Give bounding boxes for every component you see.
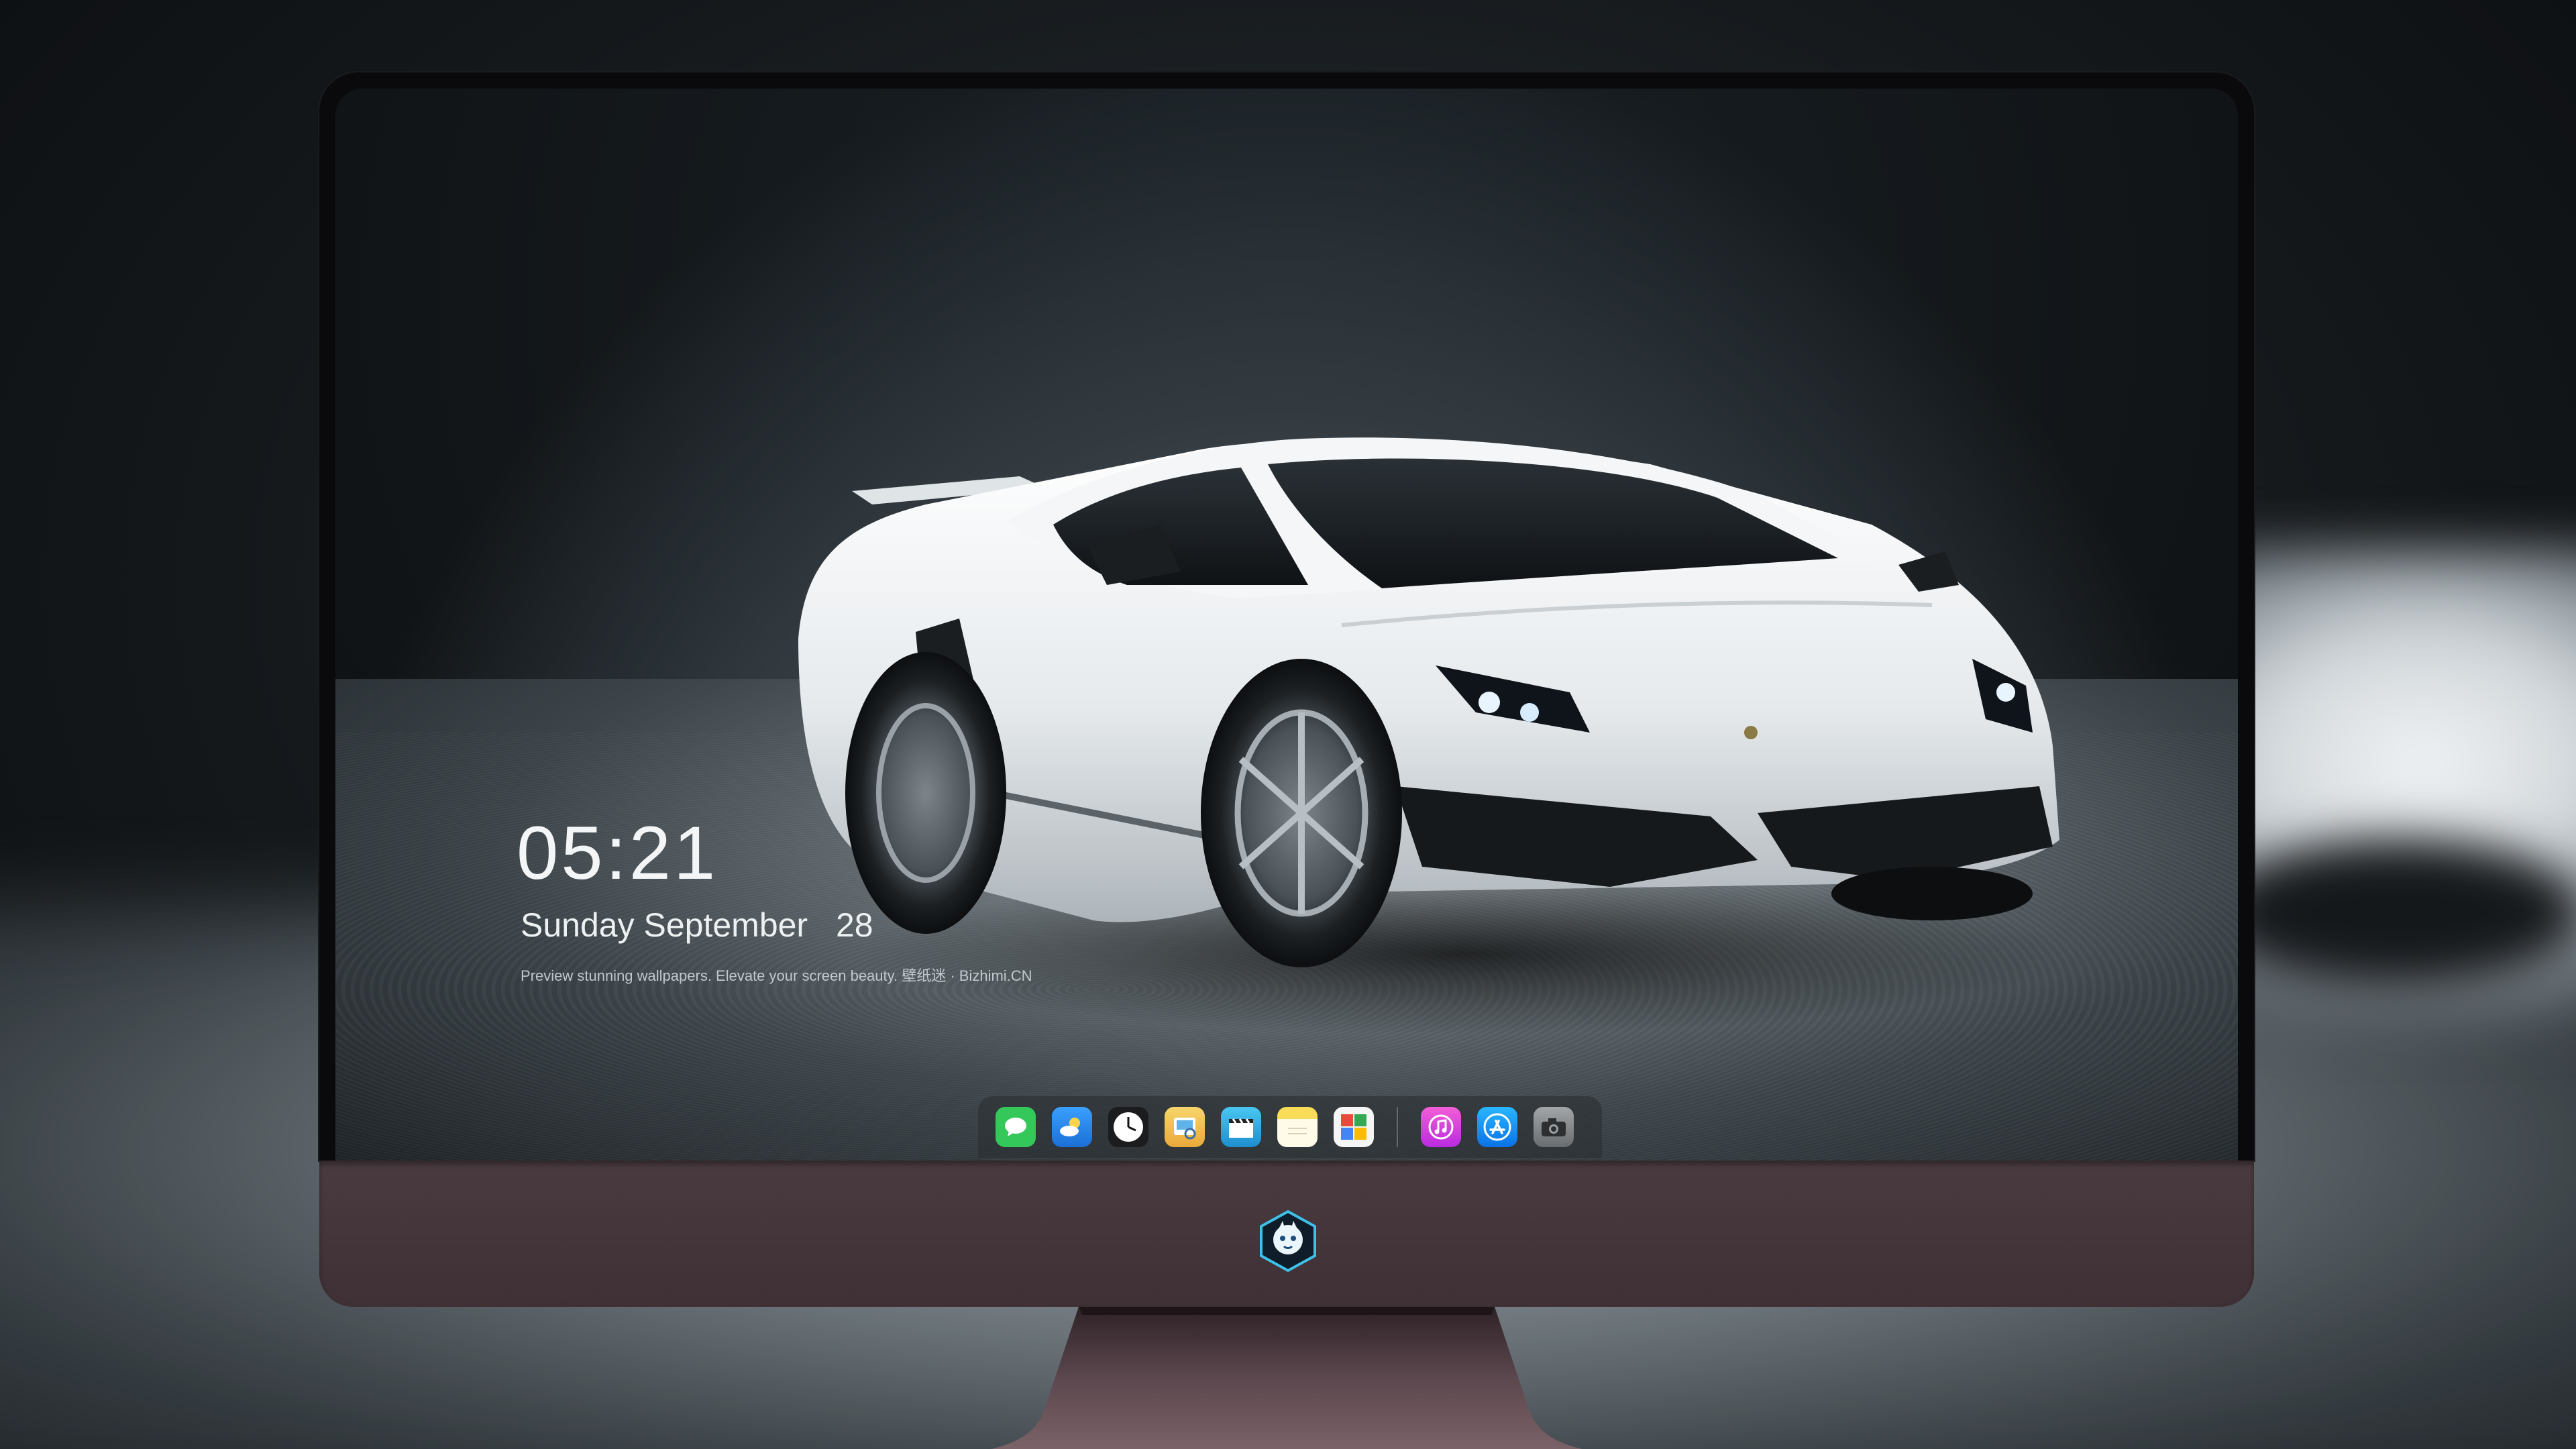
- dock: [978, 1096, 1602, 1158]
- camera-icon[interactable]: [1534, 1107, 1574, 1147]
- lockscreen-tagline: Preview stunning wallpapers. Elevate you…: [521, 967, 1032, 984]
- date-weekday: Sunday: [521, 906, 635, 944]
- lockscreen-clock: 05:21: [517, 811, 718, 895]
- notes-icon[interactable]: [1277, 1107, 1318, 1147]
- weather-icon[interactable]: [1052, 1107, 1092, 1147]
- brand-logo-icon: [1260, 1210, 1316, 1273]
- imac-monitor: 05:21 Sunday September 28 Preview stunni…: [319, 72, 2254, 1307]
- lockscreen-date: Sunday September 28: [521, 906, 873, 945]
- lock-screen: 05:21 Sunday September 28 Preview stunni…: [335, 89, 2238, 1161]
- itunes-icon[interactable]: [1421, 1107, 1461, 1147]
- monitor-chin: [319, 1161, 2254, 1307]
- clock-icon[interactable]: [1108, 1107, 1148, 1147]
- clips-icon[interactable]: [1221, 1107, 1261, 1147]
- app-store-icon[interactable]: [1477, 1107, 1517, 1147]
- monitor-bezel: 05:21 Sunday September 28 Preview stunni…: [319, 72, 2254, 1161]
- date-day: 28: [836, 906, 873, 944]
- monitor-stand: [991, 1307, 1582, 1449]
- preview-icon[interactable]: [1165, 1107, 1205, 1147]
- messages-icon[interactable]: [996, 1107, 1036, 1147]
- date-month: September: [643, 906, 808, 944]
- dock-separator: [1397, 1107, 1398, 1147]
- wallpaper-car-image: [798, 437, 2066, 1034]
- photo-booth-icon[interactable]: [1334, 1107, 1374, 1147]
